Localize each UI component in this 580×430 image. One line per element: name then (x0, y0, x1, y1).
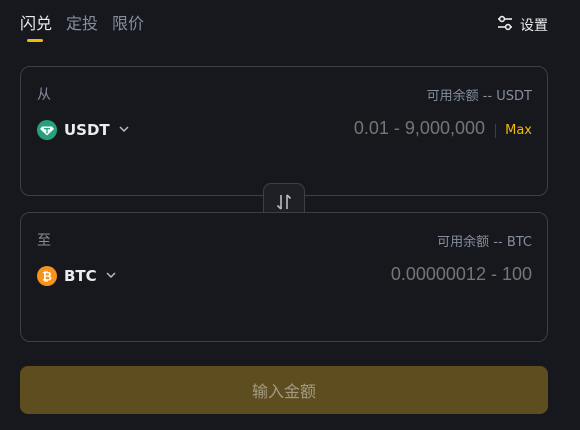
trade-mode-tabs: 闪兑 定投 限价 (20, 12, 144, 42)
tab-recurring[interactable]: 定投 (66, 12, 98, 36)
from-asset-name: USDT (64, 121, 110, 139)
active-tab-indicator (27, 39, 43, 42)
tab-recurring-label: 定投 (66, 14, 99, 33)
from-label: 从 (37, 87, 51, 103)
tab-convert[interactable]: 闪兑 (20, 12, 53, 42)
divider (495, 123, 497, 138)
from-asset-selector[interactable]: USDT (37, 120, 131, 140)
svg-text:₿: ₿ (42, 270, 52, 284)
to-available-balance: 可用余额 -- BTC (437, 235, 532, 250)
to-label: 至 (37, 233, 51, 249)
to-asset-selector[interactable]: ₿ BTC (37, 266, 118, 286)
tab-limit[interactable]: 限价 (112, 12, 144, 36)
chevron-down-icon (104, 267, 118, 286)
from-panel: 从 可用余额 -- USDT USDT Max (20, 66, 548, 196)
usdt-coin-icon (37, 120, 57, 140)
settings-button[interactable]: 设置 (496, 14, 548, 36)
from-available-balance: 可用余额 -- USDT (426, 89, 532, 104)
settings-label: 设置 (520, 18, 548, 34)
max-button[interactable]: Max (505, 123, 532, 138)
to-amount-input[interactable] (272, 264, 532, 285)
from-amount-input[interactable] (225, 118, 485, 139)
max-wrap: Max (495, 123, 532, 138)
to-asset-name: BTC (64, 267, 97, 285)
enter-amount-button[interactable]: 输入金额 (20, 366, 548, 414)
btc-coin-icon: ₿ (37, 266, 57, 286)
chevron-down-icon (117, 121, 131, 140)
tab-convert-label: 闪兑 (20, 14, 53, 33)
tab-limit-label: 限价 (112, 14, 145, 33)
to-panel: 至 可用余额 -- BTC ₿ BTC (20, 212, 548, 342)
sliders-icon (496, 14, 514, 36)
